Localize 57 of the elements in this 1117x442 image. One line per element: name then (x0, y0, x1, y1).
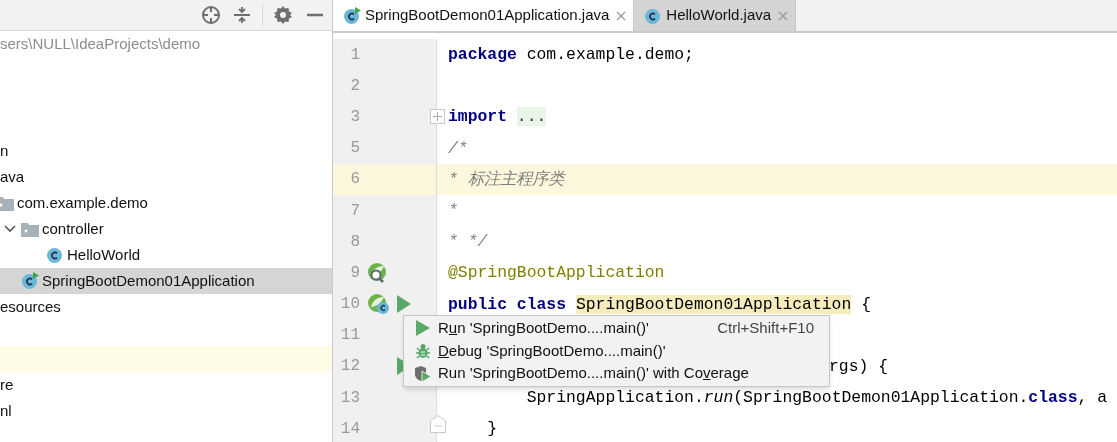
settings-icon[interactable] (274, 6, 292, 24)
chevron-down-icon[interactable] (4, 225, 16, 233)
code-line: public class SpringBootDemon01Application { (448, 294, 871, 314)
menu-item[interactable]: Run 'SpringBootDemo....main()' Ctrl+Shift+F10 (404, 317, 829, 340)
runnable-class-icon (21, 272, 39, 290)
line-number: 14 (339, 418, 360, 440)
code-line: @SpringBootApplication (448, 263, 665, 283)
tree-item[interactable]: nl (0, 398, 332, 424)
code-line: /* (448, 138, 468, 158)
line-number: 11 (339, 325, 360, 347)
line-number: 1 (349, 44, 360, 66)
editor-tab[interactable]: HelloWorld.java (634, 0, 797, 31)
tree-item[interactable]: ava (0, 164, 332, 190)
expand-fold-icon[interactable] (430, 109, 445, 125)
class-icon (46, 246, 64, 264)
run-icon[interactable] (397, 295, 411, 314)
code-line: rgs) { (829, 356, 889, 376)
tree-item[interactable]: controller (0, 216, 332, 242)
line-number: 9 (349, 262, 360, 284)
bug-icon (415, 343, 431, 359)
code-line: * */ (448, 232, 488, 252)
code-line: package com.example.demo; (448, 45, 694, 65)
close-icon[interactable] (616, 10, 627, 21)
tree-item[interactable]: esources (0, 294, 332, 320)
run-icon (416, 320, 430, 337)
line-number: 7 (349, 200, 360, 222)
code-line: } (486, 419, 498, 439)
collapse-all-icon[interactable] (233, 6, 251, 24)
coverage-icon (414, 364, 432, 383)
minimize-icon[interactable] (307, 13, 323, 17)
tree-item[interactable]: com.example.demo (0, 190, 332, 216)
menu-item[interactable]: Debug 'SpringBootDemo....main()' (404, 339, 829, 363)
editor-tab[interactable]: SpringBootDemon01Application.java (333, 0, 635, 31)
line-number: 10 (339, 294, 360, 316)
line-number: 13 (339, 387, 360, 409)
line-number: 3 (349, 106, 360, 128)
shortcut-text: Ctrl+Shift+F10 (717, 318, 814, 339)
line-number: 8 (349, 231, 360, 253)
project-path: sers\NULL\IdeaProjects\demo (0, 33, 201, 54)
code-line: import ... (448, 107, 547, 127)
tree-item[interactable]: HelloWorld (0, 242, 332, 268)
line-number: 12 (339, 356, 360, 378)
locate-icon[interactable] (201, 5, 221, 25)
runnable-class-icon (343, 6, 361, 25)
menu-item[interactable]: Run 'SpringBootDemo....main()' with Coverage (404, 362, 829, 385)
line-number: 2 (349, 75, 360, 97)
class-icon (644, 6, 663, 25)
code-line: SpringApplication.run(SpringBootDemon01Application.class, a (525, 388, 1108, 408)
code-line: * 标注主程序类 (448, 169, 564, 189)
tree-item[interactable]: SpringBootDemon01Application (0, 268, 332, 294)
tree-item[interactable]: n (0, 138, 332, 164)
line-number: 5 (349, 138, 360, 160)
folder-icon (21, 221, 39, 237)
tree-item[interactable]: re (0, 372, 332, 398)
line-number: 6 (349, 169, 360, 191)
spring-class-icon[interactable] (367, 293, 391, 316)
code-line: * (448, 201, 458, 221)
